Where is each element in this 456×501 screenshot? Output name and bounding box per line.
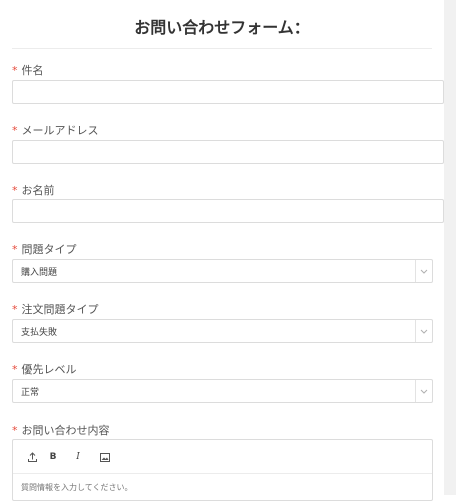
- priority-label-text: 優先レベル: [21, 363, 77, 376]
- italic-button[interactable]: I: [71, 450, 85, 464]
- content-editor[interactable]: B I 質問情報を入力してください。: [12, 439, 433, 501]
- email-label: * メールアドレス: [12, 122, 99, 138]
- chevron-down-icon: [415, 380, 432, 402]
- required-mark: *: [12, 363, 18, 376]
- subject-label: * 件名: [12, 62, 44, 78]
- image-icon[interactable]: [98, 450, 112, 464]
- contact-form: お問い合わせフォーム： * 件名 * メールアドレス * お名前 * 問題タイプ 購入問…: [0, 0, 444, 501]
- chevron-down-icon: [415, 320, 432, 342]
- priority-select[interactable]: 正常: [12, 379, 433, 403]
- form-title: お問い合わせフォーム：: [134, 18, 310, 37]
- scrollbar-track[interactable]: [444, 0, 456, 495]
- required-mark: *: [12, 124, 18, 137]
- email-input[interactable]: [12, 140, 444, 164]
- content-placeholder: 質問情報を入力してください。: [21, 483, 133, 492]
- order-issue-type-label-text: 注文問題タイプ: [21, 303, 99, 316]
- upload-icon[interactable]: [25, 450, 39, 464]
- title-divider: [12, 48, 432, 49]
- order-issue-type-label: * 注文問題タイプ: [12, 301, 99, 317]
- issue-type-select[interactable]: 購入問題: [12, 259, 433, 283]
- email-label-text: メールアドレス: [21, 124, 99, 137]
- order-issue-type-value: 支払失敗: [21, 328, 58, 338]
- required-mark: *: [12, 303, 18, 316]
- required-mark: *: [12, 64, 18, 77]
- priority-value: 正常: [21, 388, 40, 398]
- name-input[interactable]: [12, 199, 444, 223]
- editor-toolbar: B I: [13, 440, 432, 474]
- content-label: * お問い合わせ内容: [12, 422, 110, 438]
- required-mark: *: [12, 243, 18, 256]
- issue-type-label: * 問題タイプ: [12, 241, 77, 257]
- content-label-text: お問い合わせ内容: [21, 424, 110, 437]
- issue-type-label-text: 問題タイプ: [21, 243, 77, 256]
- required-mark: *: [12, 424, 18, 437]
- order-issue-type-select[interactable]: 支払失敗: [12, 319, 433, 343]
- subject-label-text: 件名: [21, 64, 44, 77]
- name-label-text: お名前: [21, 184, 55, 197]
- required-mark: *: [12, 184, 18, 197]
- priority-label: * 優先レベル: [12, 361, 77, 377]
- chevron-down-icon: [415, 260, 432, 282]
- bold-button[interactable]: B: [46, 450, 60, 464]
- subject-input[interactable]: [12, 80, 444, 104]
- issue-type-value: 購入問題: [21, 268, 58, 278]
- name-label: * お名前: [12, 182, 55, 198]
